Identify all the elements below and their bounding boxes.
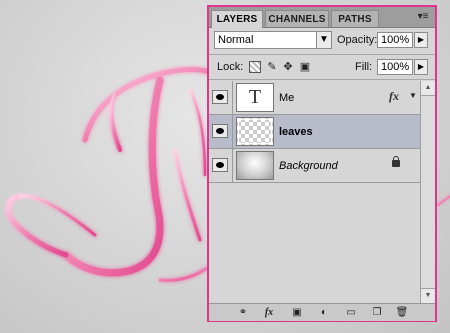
blend-mode-select[interactable]: Normal ▼ [214,31,332,49]
tab-layers[interactable]: LAYERS [211,10,263,28]
divider [209,54,435,55]
visibility-eye-icon[interactable] [212,124,228,138]
layer-row-leaves[interactable]: leaves [209,115,420,149]
layer-row-me[interactable]: T Me fx ▼ [209,81,420,115]
divider [232,81,233,114]
panel-tab-bar: LAYERS CHANNELS PATHS ▾≡ [209,7,435,28]
layers-panel: LAYERS CHANNELS PATHS ▾≡ Normal ▼ Opacit… [207,5,437,322]
opacity-field[interactable]: 100% [377,32,413,48]
tab-channels[interactable]: CHANNELS [265,10,329,27]
lock-icon [392,156,400,167]
layer-effects-icon[interactable]: fx [389,89,399,104]
blend-mode-value: Normal [218,34,254,46]
chevron-down-icon[interactable]: ▼ [316,32,331,48]
add-mask-icon[interactable]: ▣ [289,306,305,319]
layer-name[interactable]: Background [279,159,338,173]
divider [209,79,435,80]
lock-all-icon[interactable]: ▣ [299,61,311,73]
lock-transparent-icon[interactable] [249,61,261,73]
fill-slider-button[interactable]: ▶ [414,59,428,75]
fill-field[interactable]: 100% [377,59,413,75]
new-layer-icon[interactable]: ❐ [369,306,385,319]
layer-row-background[interactable]: Background [209,149,420,183]
fill-label: Fill: [355,61,373,73]
panel-menu-icon[interactable]: ▾≡ [415,10,431,24]
expand-effects-icon[interactable]: ▼ [409,91,417,100]
visibility-eye-icon[interactable] [212,90,228,104]
adjustment-layer-icon[interactable]: ◐ [316,306,332,319]
transparent-layer-thumbnail [236,117,274,146]
layer-name[interactable]: leaves [279,125,313,139]
lock-image-icon[interactable]: ✎ [266,61,278,73]
link-layers-icon[interactable]: ⚭ [235,306,251,319]
divider [232,115,233,148]
text-layer-thumbnail: T [236,83,274,112]
opacity-slider-button[interactable]: ▶ [414,32,428,48]
opacity-label: Opacity: [337,34,378,46]
scroll-up-icon[interactable]: ▲ [421,81,435,96]
layer-name[interactable]: Me [279,91,294,105]
scroll-down-icon[interactable]: ▼ [421,288,435,303]
new-group-icon[interactable]: ▭ [343,306,359,319]
layers-scrollbar[interactable]: ▲ ▼ [420,81,435,303]
lock-position-icon[interactable]: ✥ [282,61,294,73]
divider [232,149,233,182]
layers-list: T Me fx ▼ leaves Background [209,81,420,303]
blend-row: Normal ▼ Opacity: 100% ▶ [209,29,435,53]
tab-paths[interactable]: PATHS [331,10,379,27]
background-layer-thumbnail [236,151,274,180]
lock-label: Lock: [217,61,244,73]
visibility-eye-icon[interactable] [212,158,228,172]
delete-layer-icon[interactable]: 🗑 [394,306,410,319]
panel-bottom-toolbar: ⚭ fx ▣ ◐ ▭ ❐ 🗑 [209,303,435,321]
add-style-icon[interactable]: fx [261,306,277,319]
